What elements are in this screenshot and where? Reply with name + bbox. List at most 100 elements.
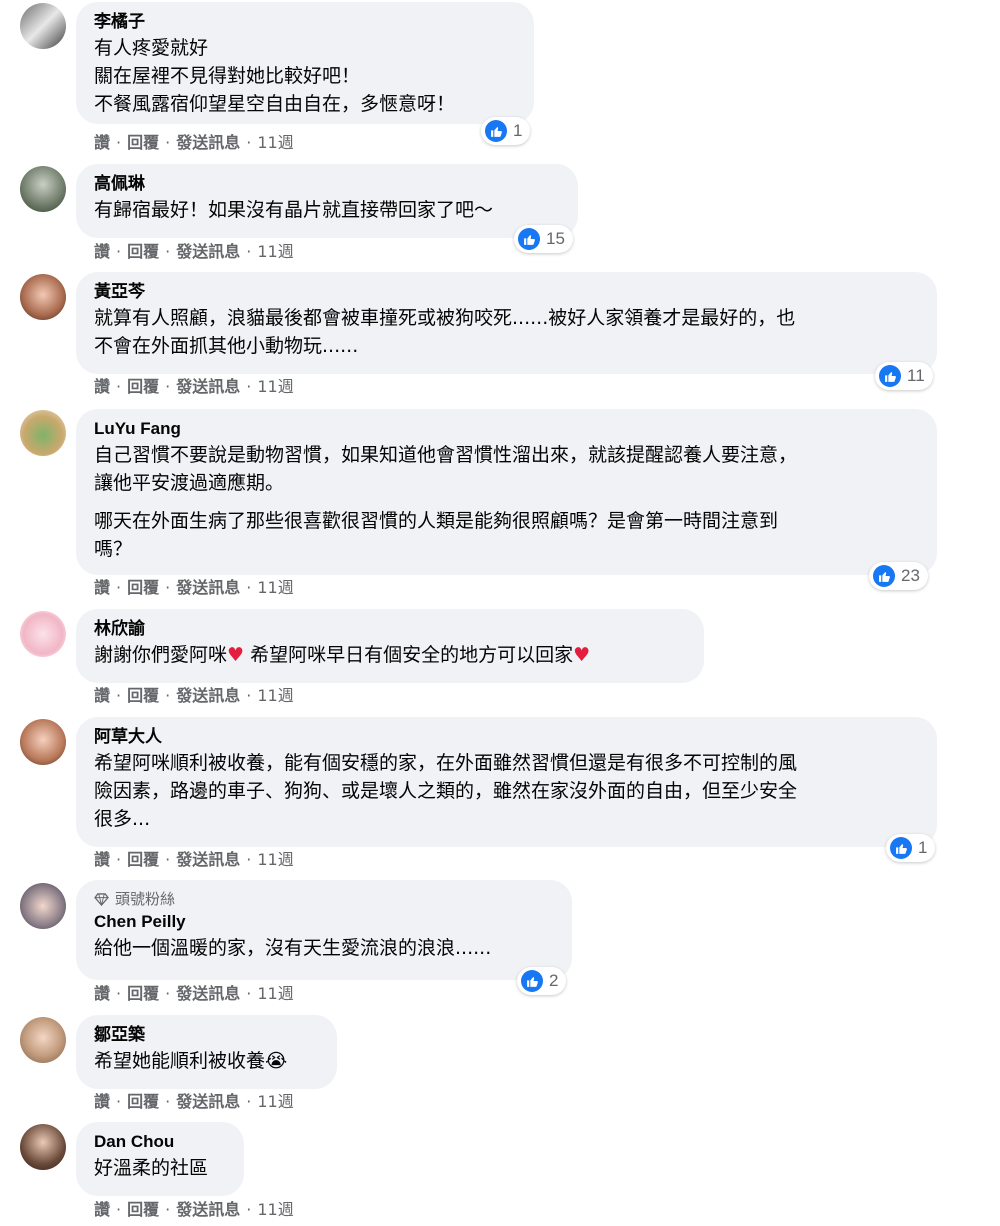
like-button[interactable]: 讚 bbox=[94, 377, 110, 396]
comment-actions: 讚 · 回覆 · 發送訊息 · 11週 bbox=[94, 849, 294, 871]
like-reaction-icon bbox=[890, 837, 912, 859]
send-message-button[interactable]: 發送訊息 bbox=[176, 850, 240, 869]
avatar[interactable] bbox=[20, 1124, 66, 1170]
like-button[interactable]: 讚 bbox=[94, 578, 110, 597]
comment-line: 就算有人照顧，浪貓最後都會被車撞死或被狗咬死......被好人家領養才是最好的，… bbox=[94, 307, 796, 329]
commenter-name[interactable]: 鄒亞築 bbox=[94, 1023, 319, 1047]
reply-button[interactable]: 回覆 bbox=[127, 984, 159, 1003]
like-button[interactable]: 讚 bbox=[94, 1200, 110, 1219]
separator-dot: · bbox=[165, 686, 171, 705]
comment-actions: 讚 · 回覆 · 發送訊息 · 11週 bbox=[94, 376, 294, 398]
top-fan-badge: 頭號粉絲 bbox=[94, 888, 554, 910]
like-button[interactable]: 讚 bbox=[94, 984, 110, 1003]
comment-actions: 讚 · 回覆 · 發送訊息 · 11週 bbox=[94, 983, 294, 1005]
avatar[interactable] bbox=[20, 410, 66, 456]
timestamp[interactable]: 11週 bbox=[257, 1092, 293, 1111]
separator-dot: · bbox=[116, 133, 122, 152]
comment-bubble: 阿草大人 希望阿咪順利被收養，能有個安穩的家，在外面雖然習慣但還是有很多不可控制… bbox=[76, 717, 937, 847]
reply-button[interactable]: 回覆 bbox=[127, 377, 159, 396]
like-reaction-icon bbox=[485, 120, 507, 142]
reply-button[interactable]: 回覆 bbox=[127, 242, 159, 261]
timestamp[interactable]: 11週 bbox=[257, 686, 293, 705]
avatar[interactable] bbox=[20, 883, 66, 929]
timestamp[interactable]: 11週 bbox=[257, 984, 293, 1003]
comment-line: 有歸宿最好！如果沒有晶片就直接帶回家了吧～ bbox=[94, 199, 494, 221]
comment-text: 希望阿咪早日有個安全的地方可以回家 bbox=[244, 644, 574, 666]
commenter-name[interactable]: 李橘子 bbox=[94, 10, 516, 34]
avatar[interactable] bbox=[20, 3, 66, 49]
comment-line: 有人疼愛就好 bbox=[94, 37, 209, 59]
comment-line: 自己習慣不要說是動物習慣，如果知道他會習慣性溜出來，就該提醒認養人要注意， bbox=[94, 444, 798, 466]
commenter-name[interactable]: 阿草大人 bbox=[94, 725, 919, 749]
comment-line: 很多... bbox=[94, 808, 151, 830]
heart-emoji-icon: ♥ bbox=[573, 644, 591, 666]
send-message-button[interactable]: 發送訊息 bbox=[176, 686, 240, 705]
like-button[interactable]: 讚 bbox=[94, 133, 110, 152]
like-button[interactable]: 讚 bbox=[94, 242, 110, 261]
reaction-count[interactable]: 2 bbox=[517, 967, 567, 995]
send-message-button[interactable]: 發送訊息 bbox=[176, 578, 240, 597]
separator-dot: · bbox=[116, 850, 122, 869]
reply-button[interactable]: 回覆 bbox=[127, 850, 159, 869]
send-message-button[interactable]: 發送訊息 bbox=[176, 1200, 240, 1219]
comment-bubble: 高佩琳 有歸宿最好！如果沒有晶片就直接帶回家了吧～ bbox=[76, 164, 578, 238]
reaction-count[interactable]: 11 bbox=[875, 362, 933, 390]
reply-button[interactable]: 回覆 bbox=[127, 1092, 159, 1111]
like-button[interactable]: 讚 bbox=[94, 1092, 110, 1111]
timestamp[interactable]: 11週 bbox=[257, 133, 293, 152]
timestamp[interactable]: 11週 bbox=[257, 1200, 293, 1219]
separator-dot: · bbox=[246, 242, 252, 261]
separator-dot: · bbox=[246, 578, 252, 597]
timestamp[interactable]: 11週 bbox=[257, 850, 293, 869]
commenter-name[interactable]: 高佩琳 bbox=[94, 172, 560, 196]
send-message-button[interactable]: 發送訊息 bbox=[176, 242, 240, 261]
send-message-button[interactable]: 發送訊息 bbox=[176, 377, 240, 396]
timestamp[interactable]: 11週 bbox=[257, 578, 293, 597]
like-button[interactable]: 讚 bbox=[94, 850, 110, 869]
crying-emoji-icon: 😭 bbox=[265, 1050, 288, 1072]
separator-dot: · bbox=[165, 242, 171, 261]
commenter-name[interactable]: Dan Chou bbox=[94, 1130, 226, 1154]
avatar[interactable] bbox=[20, 611, 66, 657]
comment-text: 希望她能順利被收養 bbox=[94, 1050, 266, 1072]
separator-dot: · bbox=[165, 984, 171, 1003]
commenter-name[interactable]: LuYu Fang bbox=[94, 417, 919, 441]
comment-line: 讓他平安渡過適應期。 bbox=[94, 472, 285, 494]
reaction-count[interactable]: 15 bbox=[514, 225, 573, 253]
avatar[interactable] bbox=[20, 719, 66, 765]
like-reaction-icon bbox=[518, 228, 540, 250]
timestamp[interactable]: 11週 bbox=[257, 242, 293, 261]
timestamp[interactable]: 11週 bbox=[257, 377, 293, 396]
separator-dot: · bbox=[116, 1092, 122, 1111]
send-message-button[interactable]: 發送訊息 bbox=[176, 984, 240, 1003]
reaction-number: 2 bbox=[549, 971, 559, 990]
reaction-count[interactable]: 1 bbox=[886, 834, 936, 862]
comment-bubble: LuYu Fang 自己習慣不要說是動物習慣，如果知道他會習慣性溜出來，就該提醒… bbox=[76, 409, 937, 575]
comment-line: 險因素，路邊的車子、狗狗、或是壞人之類的，雖然在家沒外面的自由，但至少安全 bbox=[94, 780, 798, 802]
comment-bubble: 黃亞芩 就算有人照顧，浪貓最後都會被車撞死或被狗咬死......被好人家領養才是… bbox=[76, 272, 937, 374]
send-message-button[interactable]: 發送訊息 bbox=[176, 133, 240, 152]
avatar[interactable] bbox=[20, 1017, 66, 1063]
diamond-icon bbox=[94, 892, 109, 906]
send-message-button[interactable]: 發送訊息 bbox=[176, 1092, 240, 1111]
separator-dot: · bbox=[116, 1200, 122, 1219]
reply-button[interactable]: 回覆 bbox=[127, 133, 159, 152]
separator-dot: · bbox=[116, 578, 122, 597]
reply-button[interactable]: 回覆 bbox=[127, 686, 159, 705]
reply-button[interactable]: 回覆 bbox=[127, 1200, 159, 1219]
commenter-name[interactable]: 林欣諭 bbox=[94, 617, 686, 641]
separator-dot: · bbox=[116, 377, 122, 396]
avatar[interactable] bbox=[20, 166, 66, 212]
reaction-count[interactable]: 23 bbox=[869, 562, 928, 590]
commenter-name[interactable]: Chen Peilly bbox=[94, 910, 554, 934]
heart-emoji-icon: ♥ bbox=[227, 644, 245, 666]
comment-line: 希望阿咪順利被收養，能有個安穩的家，在外面雖然習慣但還是有很多不可控制的風 bbox=[94, 752, 798, 774]
like-button[interactable]: 讚 bbox=[94, 686, 110, 705]
separator-dot: · bbox=[116, 686, 122, 705]
reaction-count[interactable]: 1 bbox=[481, 117, 531, 145]
like-reaction-icon bbox=[521, 970, 543, 992]
commenter-name[interactable]: 黃亞芩 bbox=[94, 280, 919, 304]
reaction-number: 1 bbox=[918, 838, 928, 857]
reply-button[interactable]: 回覆 bbox=[127, 578, 159, 597]
avatar[interactable] bbox=[20, 274, 66, 320]
